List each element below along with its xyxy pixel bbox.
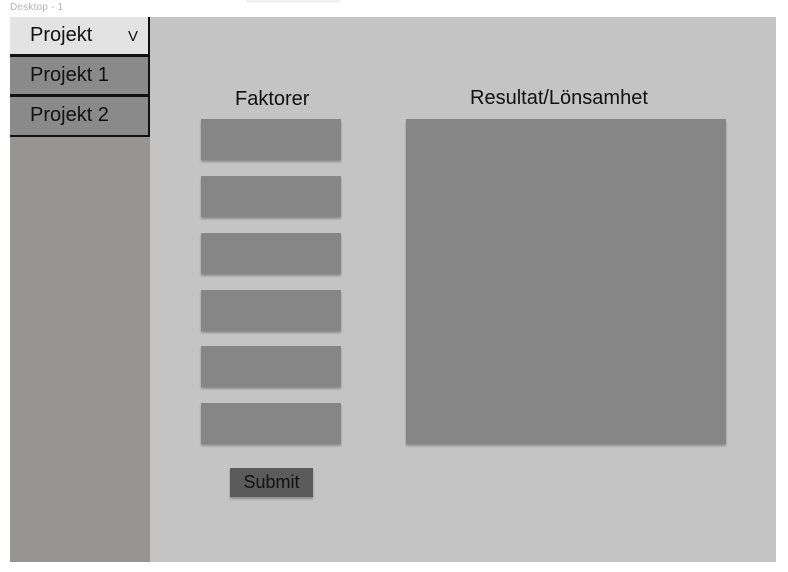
project-dropdown-label: Projekt xyxy=(30,24,93,46)
sidebar-item-label: Projekt 1 xyxy=(30,64,109,86)
sidebar-item-projekt-1[interactable]: Projekt 1 xyxy=(10,55,150,96)
chevron-down-icon: V xyxy=(127,28,138,45)
sidebar: Projekt V Projekt 1 Projekt 2 xyxy=(10,17,150,562)
factor-field-5[interactable] xyxy=(201,346,341,387)
sidebar-item-projekt-2[interactable]: Projekt 2 xyxy=(10,95,150,137)
factor-field-4[interactable] xyxy=(201,290,341,331)
factor-field-1[interactable] xyxy=(201,119,341,160)
frame-label: Desktop - 1 xyxy=(10,2,64,13)
frame-tab xyxy=(246,0,340,3)
result-panel xyxy=(406,119,726,444)
project-dropdown[interactable]: Projekt V xyxy=(10,17,150,56)
desktop-canvas: Projekt V Projekt 1 Projekt 2 Faktorer S… xyxy=(10,17,776,562)
factor-field-2[interactable] xyxy=(201,176,341,217)
factor-field-3[interactable] xyxy=(201,233,341,274)
factors-heading: Faktorer xyxy=(235,88,310,110)
submit-button[interactable]: Submit xyxy=(230,468,313,497)
result-heading: Resultat/Lönsamhet xyxy=(470,87,648,109)
factor-field-6[interactable] xyxy=(201,403,341,444)
sidebar-item-label: Projekt 2 xyxy=(30,104,109,126)
